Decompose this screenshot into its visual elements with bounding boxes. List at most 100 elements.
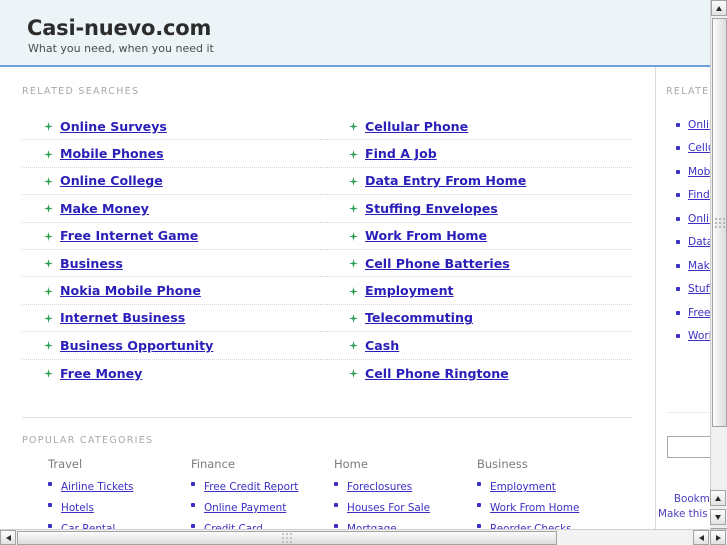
related-search-link[interactable]: Nokia Mobile Phone	[60, 283, 201, 298]
related-search-row[interactable]: Business Opportunity	[22, 332, 327, 360]
related-search-row[interactable]: Find A Job	[327, 140, 632, 168]
related-search-row[interactable]: Employment	[327, 277, 632, 305]
related-search-row[interactable]: Free Internet Game	[22, 223, 327, 250]
sidebar-related-row[interactable]: Mobile Phones	[666, 160, 710, 184]
related-search-row[interactable]: Cellular Phone	[327, 113, 632, 141]
category-heading: Home	[334, 457, 368, 471]
category-link[interactable]: Foreclosures	[347, 481, 412, 493]
sidebar-related-link[interactable]: Online College	[688, 213, 710, 225]
sidebar-related-link[interactable]: Stuffing Envelopes	[688, 283, 710, 295]
vertical-scroll-thumb[interactable]	[712, 18, 727, 427]
related-search-link[interactable]: Free Internet Game	[60, 228, 198, 243]
category-item[interactable]: Airline Tickets	[48, 478, 191, 494]
sidebar-related-link[interactable]: Make Money	[688, 260, 710, 272]
category-link[interactable]: Free Credit Report	[204, 481, 298, 493]
related-search-link[interactable]: Cellular Phone	[365, 119, 468, 134]
category-link[interactable]: Hotels	[61, 502, 94, 514]
category-item[interactable]: Credit Card	[191, 520, 334, 529]
sidebar-related-link[interactable]: Free Internet Game	[688, 307, 710, 319]
related-search-row[interactable]: Cell Phone Batteries	[327, 250, 632, 278]
category-item[interactable]: Houses For Sale	[334, 499, 477, 515]
related-search-row[interactable]: Work From Home	[327, 223, 632, 250]
sidebar-related-link[interactable]: Mobile Phones	[688, 166, 710, 178]
category-item[interactable]: Mortgage	[334, 520, 477, 529]
page-vertical-scrollbar[interactable]	[710, 0, 727, 529]
page-horizontal-scrollbar[interactable]	[0, 529, 727, 545]
category-item[interactable]: Work From Home	[477, 499, 620, 515]
related-search-link[interactable]: Make Money	[60, 201, 149, 216]
related-search-link[interactable]: Employment	[365, 283, 454, 298]
related-search-link[interactable]: Stuffing Envelopes	[365, 201, 498, 216]
scroll-up-button[interactable]	[711, 0, 727, 16]
horizontal-scroll-track[interactable]	[558, 530, 688, 545]
related-search-row[interactable]: Cash	[327, 332, 632, 360]
category-item[interactable]: Free Credit Report	[191, 478, 334, 494]
related-search-link[interactable]: Online College	[60, 173, 163, 188]
sidebar-related-link[interactable]: Find A Job	[688, 189, 710, 201]
related-search-link[interactable]: Cash	[365, 338, 399, 353]
hscroll-right-button[interactable]	[710, 530, 726, 545]
category-item[interactable]: Foreclosures	[334, 478, 477, 494]
sidebar-related-row[interactable]: Cellular Phone	[666, 137, 710, 161]
related-search-row[interactable]: Data Entry From Home	[327, 168, 632, 196]
related-search-link[interactable]: Work From Home	[365, 228, 487, 243]
related-search-row[interactable]: Nokia Mobile Phone	[22, 277, 327, 305]
sidebar-related-row[interactable]: Data Entry From Home	[666, 231, 710, 255]
sidebar-related-link[interactable]: Work From Home	[688, 330, 710, 342]
sidebar-related-link[interactable]: Cellular Phone	[688, 142, 710, 154]
related-search-row[interactable]: Online College	[22, 168, 327, 196]
category-item[interactable]: Car Rental	[48, 520, 191, 529]
related-search-link[interactable]: Free Money	[60, 366, 142, 381]
related-search-link[interactable]: Business Opportunity	[60, 338, 213, 353]
related-search-link[interactable]: Business	[60, 256, 123, 271]
category-link[interactable]: Employment	[490, 481, 556, 493]
related-search-link[interactable]: Find A Job	[365, 146, 437, 161]
related-column-2: Cellular Phone Find A Job Data Entry From …	[327, 113, 632, 387]
bullet-icon	[334, 503, 338, 507]
right-sidebar: RELATED Online Surveys Cellular Phone Mobi…	[655, 67, 710, 529]
sidebar-footer-link[interactable]: Make this my homepage	[658, 507, 710, 522]
category-item[interactable]: Online Payment	[191, 499, 334, 515]
related-search-row[interactable]: Free Money	[22, 360, 327, 387]
related-search-link[interactable]: Data Entry From Home	[365, 173, 526, 188]
related-search-row[interactable]: Telecommuting	[327, 305, 632, 333]
window-scroll-up-button[interactable]	[710, 490, 726, 506]
sidebar-related-row[interactable]: Stuffing Envelopes	[666, 278, 710, 302]
sidebar-related-row[interactable]: Free Internet Game	[666, 301, 710, 325]
related-search-row[interactable]: Cell Phone Ringtone	[327, 360, 632, 387]
category-item[interactable]: Employment	[477, 478, 620, 494]
related-search-link[interactable]: Internet Business	[60, 310, 185, 325]
category-link[interactable]: Online Payment	[204, 502, 286, 514]
sidebar-related-row[interactable]: Online Surveys	[666, 113, 710, 137]
sidebar-related-row[interactable]: Work From Home	[666, 325, 710, 349]
related-search-row[interactable]: Make Money	[22, 195, 327, 223]
hscroll-left-button-2[interactable]	[693, 530, 709, 545]
related-search-row[interactable]: Mobile Phones	[22, 140, 327, 168]
related-search-link[interactable]: Telecommuting	[365, 310, 473, 325]
window-scroll-down-button[interactable]	[710, 509, 726, 525]
sidebar-related-row[interactable]: Online College	[666, 207, 710, 231]
related-search-link[interactable]: Mobile Phones	[60, 146, 164, 161]
category-item[interactable]: Hotels	[48, 499, 191, 515]
category-item[interactable]: Reorder Checks	[477, 520, 620, 529]
related-search-link[interactable]: Online Surveys	[60, 119, 167, 134]
window-vertical-scrollbar[interactable]	[710, 490, 727, 528]
category-link[interactable]: Houses For Sale	[347, 502, 430, 514]
sidebar-related-link[interactable]: Data Entry From Home	[688, 236, 710, 248]
sidebar-search-input[interactable]	[667, 436, 710, 458]
hscroll-left-button[interactable]	[0, 530, 16, 545]
sidebar-related-row[interactable]: Make Money	[666, 254, 710, 278]
related-search-row[interactable]: Online Surveys	[22, 113, 327, 141]
horizontal-scroll-thumb[interactable]	[17, 531, 557, 545]
sidebar-related-link[interactable]: Online Surveys	[688, 119, 710, 131]
window-scroll-down-arrow-icon	[715, 514, 721, 520]
category-link[interactable]: Airline Tickets	[61, 481, 133, 493]
related-search-row[interactable]: Stuffing Envelopes	[327, 195, 632, 223]
category-link[interactable]: Work From Home	[490, 502, 579, 514]
related-search-link[interactable]: Cell Phone Batteries	[365, 256, 510, 271]
sidebar-footer-link[interactable]: Bookmark this page	[658, 492, 710, 507]
related-search-row[interactable]: Business	[22, 250, 327, 278]
related-search-row[interactable]: Internet Business	[22, 305, 327, 333]
related-search-link[interactable]: Cell Phone Ringtone	[365, 366, 509, 381]
sidebar-related-row[interactable]: Find A Job	[666, 184, 710, 208]
